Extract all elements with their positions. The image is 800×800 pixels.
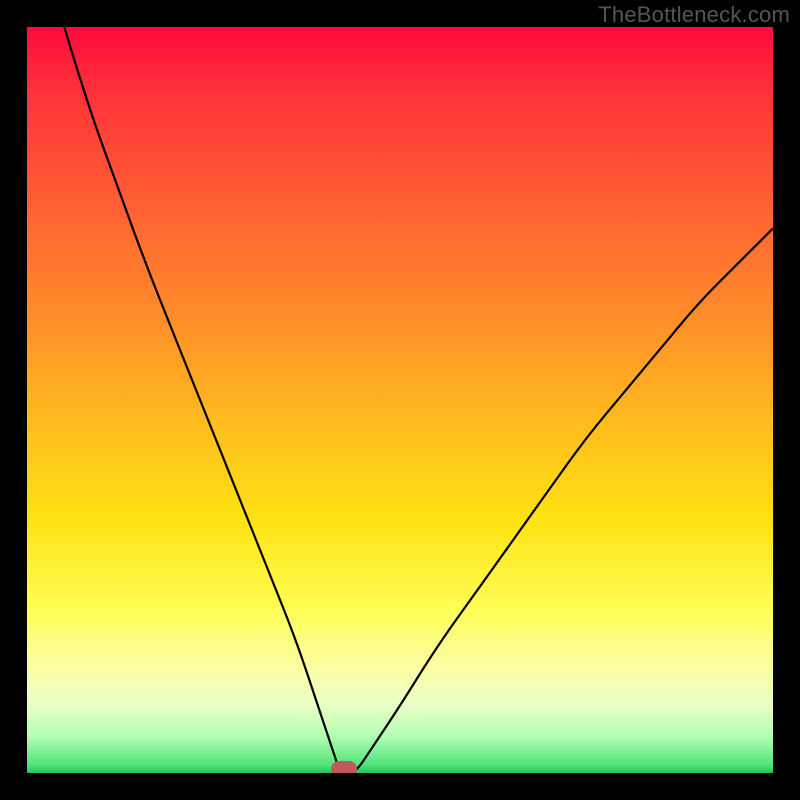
bottleneck-curve: [64, 27, 773, 773]
chart-frame: TheBottleneck.com: [0, 0, 800, 800]
min-marker: [331, 761, 357, 773]
watermark-text: TheBottleneck.com: [598, 2, 790, 28]
plot-area: [27, 27, 773, 773]
curve-svg: [27, 27, 773, 773]
